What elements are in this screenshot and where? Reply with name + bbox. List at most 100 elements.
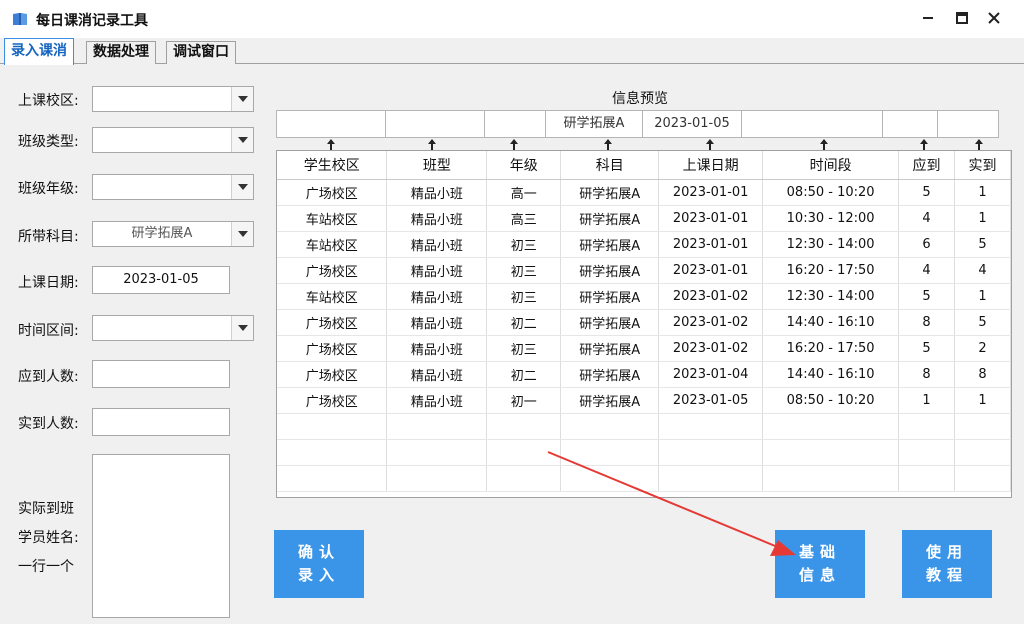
table-cell[interactable]: 精品小班 <box>386 283 488 310</box>
table-cell[interactable] <box>762 465 900 492</box>
maximize-button[interactable] <box>948 6 976 30</box>
minimize-button[interactable] <box>914 6 942 30</box>
table-cell[interactable]: 5 <box>898 283 956 310</box>
table-cell[interactable]: 2023-01-02 <box>658 309 764 336</box>
tutorial-button[interactable]: 使用 教程 <box>902 530 992 598</box>
table-cell[interactable]: 研学拓展A <box>560 205 660 232</box>
close-button[interactable] <box>980 6 1008 30</box>
chevron-down-icon[interactable] <box>231 175 253 199</box>
column-header[interactable]: 应到 <box>898 151 956 180</box>
table-cell[interactable]: 广场校区 <box>277 361 388 388</box>
table-cell[interactable] <box>386 439 488 466</box>
table-cell[interactable] <box>954 465 1011 492</box>
column-header[interactable]: 实到 <box>954 151 1011 180</box>
tab-data-processing[interactable]: 数据处理 <box>86 41 156 64</box>
table-cell[interactable] <box>954 439 1011 466</box>
expected-input[interactable] <box>92 360 230 388</box>
actual-input[interactable] <box>92 408 230 436</box>
table-cell[interactable] <box>277 465 388 492</box>
tab-record-entry[interactable]: 录入课消 <box>4 38 74 65</box>
table-cell[interactable] <box>560 413 660 440</box>
table-cell[interactable]: 14:40 - 16:10 <box>762 309 900 336</box>
subject-select[interactable]: 研学拓展A <box>92 221 254 247</box>
table-cell[interactable]: 精品小班 <box>386 387 488 414</box>
table-cell[interactable]: 2023-01-05 <box>658 387 764 414</box>
table-cell[interactable]: 广场校区 <box>277 257 388 284</box>
table-cell[interactable] <box>898 465 956 492</box>
table-row[interactable]: 广场校区 精品小班 初三 研学拓展A 2023-01-02 16:20 - 17:50 5 2 <box>277 335 1011 362</box>
table-cell[interactable]: 2023-01-01 <box>658 231 764 258</box>
table-cell[interactable]: 高一 <box>486 179 562 206</box>
column-header[interactable]: 学生校区 <box>277 151 388 180</box>
table-cell[interactable]: 14:40 - 16:10 <box>762 361 900 388</box>
chevron-down-icon[interactable] <box>231 222 253 246</box>
table-cell[interactable]: 研学拓展A <box>560 387 660 414</box>
table-cell[interactable]: 4 <box>954 257 1011 284</box>
student-names-textarea[interactable] <box>92 454 230 618</box>
table-row[interactable] <box>277 413 1011 440</box>
table-cell[interactable]: 2 <box>954 335 1011 362</box>
table-cell[interactable]: 初三 <box>486 283 562 310</box>
column-header[interactable]: 班型 <box>386 151 488 180</box>
table-cell[interactable]: 6 <box>898 231 956 258</box>
table-cell[interactable]: 初三 <box>486 231 562 258</box>
table-cell[interactable]: 2023-01-01 <box>658 257 764 284</box>
table-cell[interactable]: 1 <box>954 179 1011 206</box>
table-cell[interactable]: 初二 <box>486 361 562 388</box>
table-cell[interactable]: 精品小班 <box>386 361 488 388</box>
column-header[interactable]: 年级 <box>486 151 562 180</box>
table-cell[interactable]: 精品小班 <box>386 257 488 284</box>
table-cell[interactable]: 精品小班 <box>386 309 488 336</box>
table-cell[interactable]: 广场校区 <box>277 179 388 206</box>
table-cell[interactable]: 研学拓展A <box>560 257 660 284</box>
table-row[interactable]: 车站校区 精品小班 高三 研学拓展A 2023-01-01 10:30 - 12:00 4 1 <box>277 205 1011 232</box>
table-cell[interactable] <box>954 413 1011 440</box>
table-row[interactable] <box>277 465 1011 492</box>
table-cell[interactable]: 12:30 - 14:00 <box>762 231 900 258</box>
table-cell[interactable]: 1 <box>954 205 1011 232</box>
table-cell[interactable]: 研学拓展A <box>560 335 660 362</box>
table-cell[interactable]: 8 <box>898 361 956 388</box>
table-cell[interactable]: 广场校区 <box>277 335 388 362</box>
table-cell[interactable]: 1 <box>898 387 956 414</box>
table-cell[interactable]: 广场校区 <box>277 309 388 336</box>
base-info-button[interactable]: 基础 信息 <box>775 530 865 598</box>
column-header[interactable]: 时间段 <box>762 151 900 180</box>
grade-select[interactable] <box>92 174 254 200</box>
table-cell[interactable]: 2023-01-04 <box>658 361 764 388</box>
tab-debug-window[interactable]: 调试窗口 <box>166 41 236 64</box>
table-row[interactable]: 车站校区 精品小班 初三 研学拓展A 2023-01-02 12:30 - 14:00 5 1 <box>277 283 1011 310</box>
table-cell[interactable]: 08:50 - 10:20 <box>762 387 900 414</box>
table-row[interactable]: 广场校区 精品小班 高一 研学拓展A 2023-01-01 08:50 - 10:20 5 1 <box>277 179 1011 206</box>
table-cell[interactable] <box>658 465 764 492</box>
table-cell[interactable]: 2023-01-01 <box>658 205 764 232</box>
chevron-down-icon[interactable] <box>231 87 253 111</box>
table-cell[interactable] <box>560 439 660 466</box>
table-cell[interactable]: 2023-01-02 <box>658 335 764 362</box>
table-cell[interactable]: 5 <box>898 335 956 362</box>
table-cell[interactable] <box>486 465 562 492</box>
table-cell[interactable]: 10:30 - 12:00 <box>762 205 900 232</box>
table-cell[interactable]: 5 <box>954 309 1011 336</box>
table-cell[interactable] <box>898 439 956 466</box>
table-row[interactable]: 广场校区 精品小班 初二 研学拓展A 2023-01-04 14:40 - 16:10 8 8 <box>277 361 1011 388</box>
table-cell[interactable]: 精品小班 <box>386 179 488 206</box>
column-header[interactable]: 上课日期 <box>658 151 764 180</box>
class-type-select[interactable] <box>92 127 254 153</box>
table-cell[interactable]: 16:20 - 17:50 <box>762 257 900 284</box>
table-cell[interactable] <box>658 439 764 466</box>
table-cell[interactable]: 研学拓展A <box>560 361 660 388</box>
table-cell[interactable]: 初一 <box>486 387 562 414</box>
table-cell[interactable]: 8 <box>954 361 1011 388</box>
table-row[interactable] <box>277 439 1011 466</box>
table-cell[interactable] <box>277 413 388 440</box>
chevron-down-icon[interactable] <box>231 316 253 340</box>
table-cell[interactable]: 研学拓展A <box>560 231 660 258</box>
table-cell[interactable] <box>386 413 488 440</box>
table-cell[interactable]: 4 <box>898 257 956 284</box>
table-cell[interactable]: 研学拓展A <box>560 309 660 336</box>
table-cell[interactable]: 2023-01-02 <box>658 283 764 310</box>
table-cell[interactable]: 精品小班 <box>386 231 488 258</box>
chevron-down-icon[interactable] <box>231 128 253 152</box>
column-header[interactable]: 科目 <box>560 151 660 180</box>
